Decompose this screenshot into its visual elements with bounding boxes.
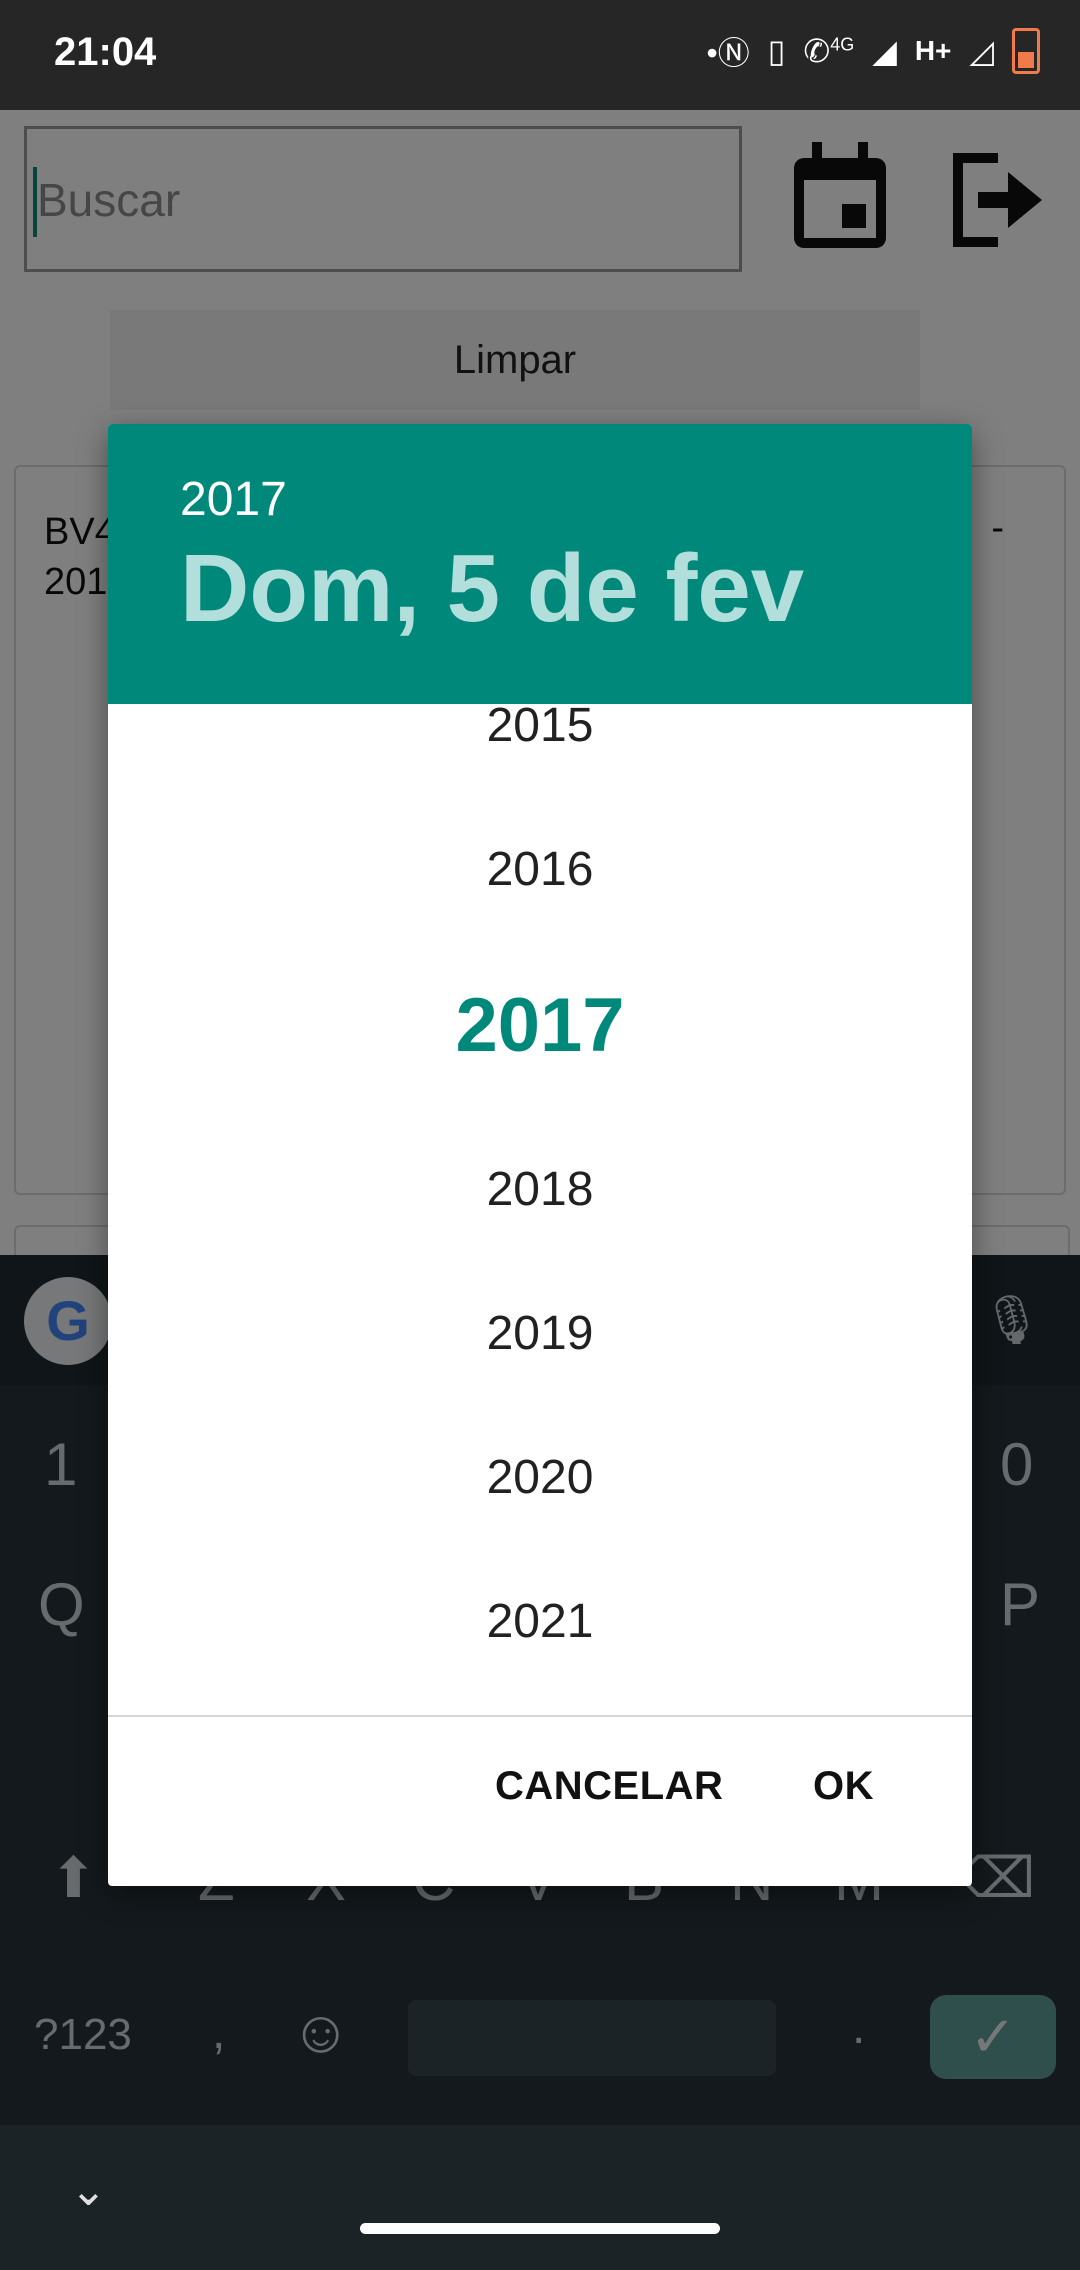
navigation-bar: ⌄ <box>0 2125 1080 2270</box>
nfc-icon: •Ⓝ <box>706 35 750 71</box>
status-bar: 21:04 •Ⓝ ▯ ✆4G ◢ H+ ◿ <box>0 0 1080 110</box>
year-list[interactable]: 2015 2016 2017 2018 2019 2020 2021 <box>108 704 972 1704</box>
home-handle[interactable] <box>360 2223 720 2234</box>
status-time: 21:04 <box>54 30 157 74</box>
date-picker-dialog: 2017 Dom, 5 de fev 2015 2016 2017 2018 2… <box>108 424 972 1886</box>
year-item[interactable]: 2020 <box>108 1450 972 1505</box>
year-item[interactable]: 2018 <box>108 1162 972 1217</box>
signal-icon: ◢ <box>872 33 897 69</box>
call-4g-icon: ✆4G <box>803 33 855 69</box>
header-date[interactable]: Dom, 5 de fev <box>180 534 804 644</box>
dialog-divider <box>108 1715 972 1717</box>
year-item[interactable]: 2015 <box>108 704 972 753</box>
vibrate-icon: ▯ <box>767 33 786 69</box>
cancel-button[interactable]: CANCELAR <box>495 1764 723 1809</box>
chevron-down-icon[interactable]: ⌄ <box>70 2165 107 2216</box>
year-item[interactable]: 2021 <box>108 1594 972 1649</box>
year-item-selected[interactable]: 2017 <box>108 982 972 1069</box>
ok-button[interactable]: OK <box>813 1764 874 1809</box>
year-item[interactable]: 2016 <box>108 842 972 897</box>
header-year[interactable]: 2017 <box>180 472 287 527</box>
h-plus-icon: H+ <box>914 35 952 66</box>
status-icons: •Ⓝ ▯ ✆4G ◢ H+ ◿ <box>707 28 1040 74</box>
signal-empty-icon: ◿ <box>969 33 994 69</box>
date-picker-header: 2017 Dom, 5 de fev <box>108 424 972 704</box>
battery-low-icon <box>1012 28 1040 74</box>
year-item[interactable]: 2019 <box>108 1306 972 1361</box>
